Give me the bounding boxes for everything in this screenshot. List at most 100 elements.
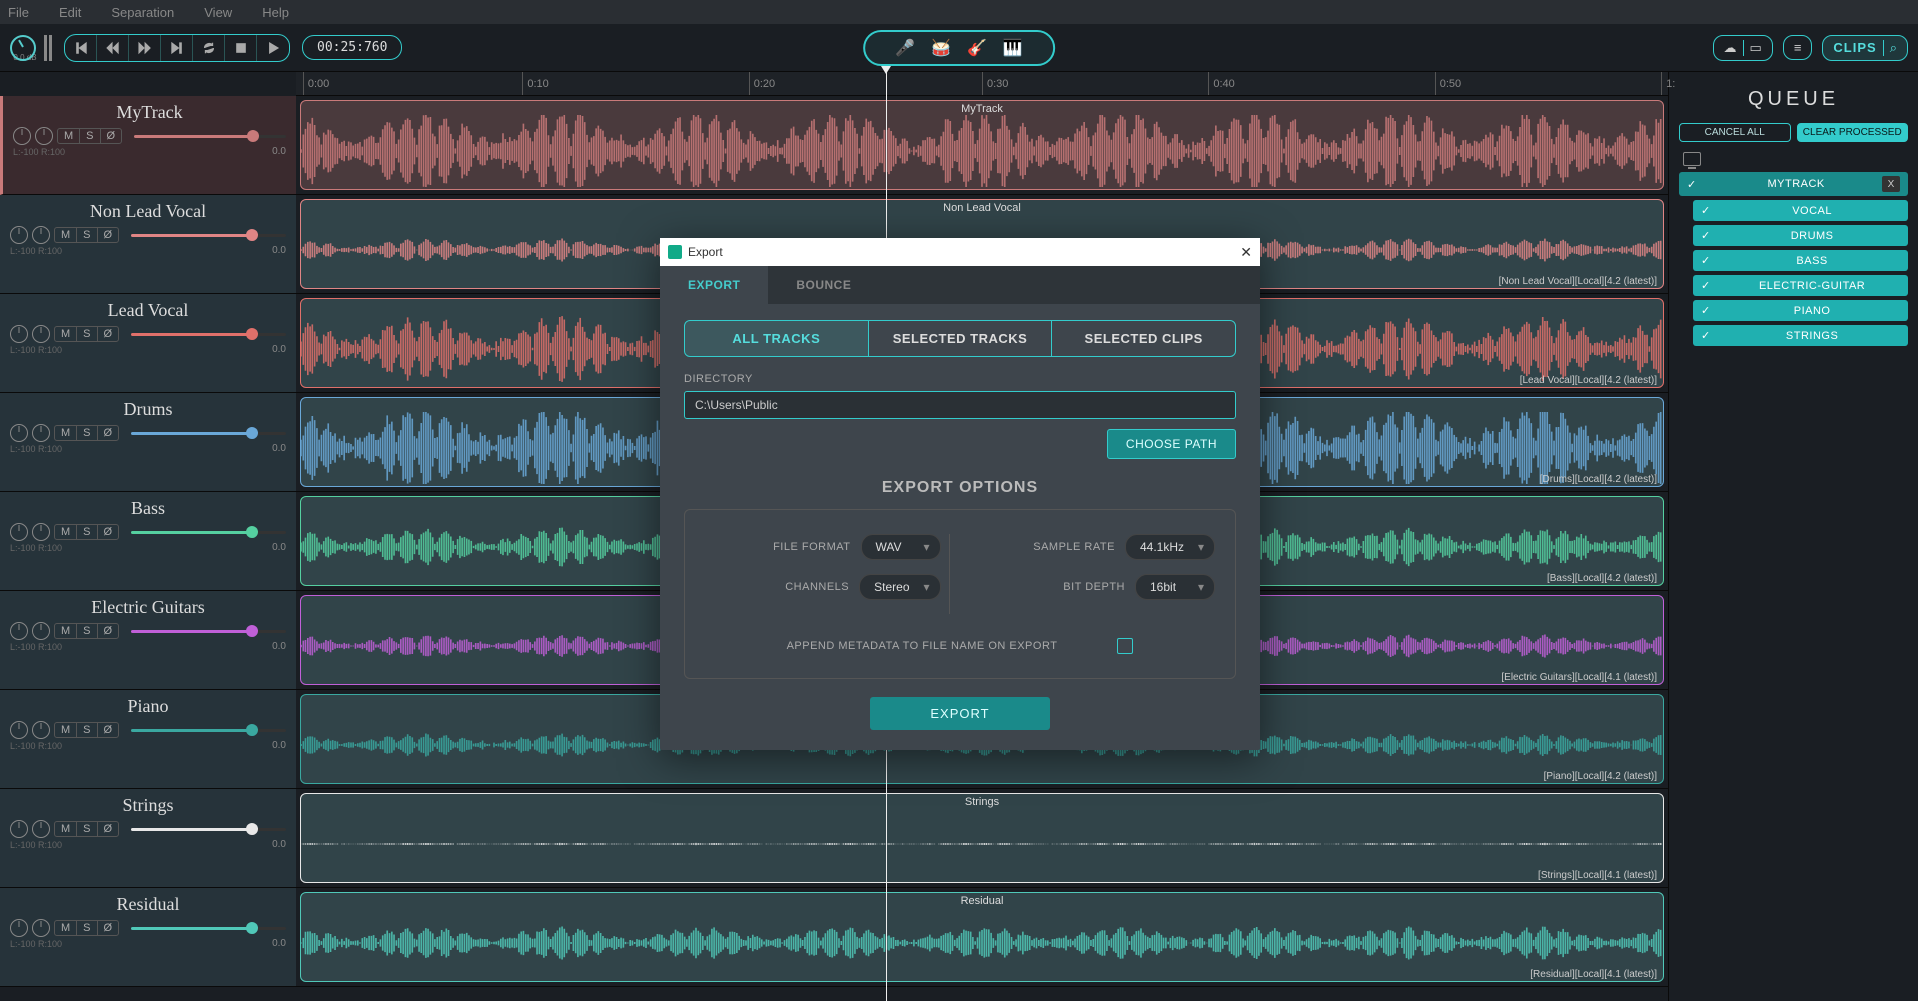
- sample-rate-dropdown[interactable]: 44.1kHz: [1125, 534, 1215, 560]
- pan-knob[interactable]: [10, 919, 28, 937]
- export-button[interactable]: EXPORT: [870, 697, 1049, 730]
- append-metadata-checkbox[interactable]: [1117, 638, 1133, 654]
- skip-start-button[interactable]: [65, 35, 97, 61]
- cloud-button[interactable]: ☁ ▭: [1713, 35, 1773, 61]
- queue-item[interactable]: ✓ STRINGS: [1693, 325, 1908, 346]
- mute-button[interactable]: M: [55, 624, 77, 638]
- timecode-display[interactable]: 00:25:760: [302, 35, 402, 60]
- volume-slider[interactable]: [131, 828, 286, 831]
- pan-knob[interactable]: [10, 325, 28, 343]
- menu-file[interactable]: File: [8, 5, 29, 20]
- gain-knob[interactable]: [32, 325, 50, 343]
- volume-slider[interactable]: [134, 135, 286, 138]
- solo-button[interactable]: S: [80, 129, 100, 143]
- menu-separation[interactable]: Separation: [111, 5, 174, 20]
- phase-button[interactable]: Ø: [98, 426, 119, 440]
- queue-item[interactable]: ✓ ELECTRIC-GUITAR: [1693, 275, 1908, 296]
- bit-depth-dropdown[interactable]: 16bit: [1135, 574, 1215, 600]
- dialog-titlebar[interactable]: Export ✕: [660, 238, 1260, 266]
- queue-item[interactable]: ✓ PIANO: [1693, 300, 1908, 321]
- gain-knob[interactable]: [32, 820, 50, 838]
- gain-knob[interactable]: [32, 622, 50, 640]
- tab-bounce[interactable]: BOUNCE: [768, 266, 879, 304]
- gain-knob[interactable]: [32, 523, 50, 541]
- phase-button[interactable]: Ø: [98, 822, 119, 836]
- pan-knob[interactable]: [10, 622, 28, 640]
- mute-button[interactable]: M: [55, 228, 77, 242]
- mute-button[interactable]: M: [55, 723, 77, 737]
- volume-slider[interactable]: [131, 333, 286, 336]
- cancel-all-button[interactable]: CANCEL ALL: [1679, 123, 1791, 142]
- directory-input[interactable]: [684, 391, 1236, 419]
- pan-knob[interactable]: [10, 721, 28, 739]
- menu-help[interactable]: Help: [262, 5, 289, 20]
- seg-all-tracks[interactable]: ALL TRACKS: [685, 321, 869, 356]
- solo-button[interactable]: S: [77, 426, 97, 440]
- gain-knob[interactable]: [35, 127, 53, 145]
- volume-slider[interactable]: [131, 729, 286, 732]
- pan-knob[interactable]: [10, 523, 28, 541]
- seg-selected-clips[interactable]: SELECTED CLIPS: [1052, 321, 1235, 356]
- seg-selected-tracks[interactable]: SELECTED TRACKS: [869, 321, 1053, 356]
- queue-item[interactable]: ✓ DRUMS: [1693, 225, 1908, 246]
- solo-button[interactable]: S: [77, 624, 97, 638]
- master-gain-knob[interactable]: [10, 35, 36, 61]
- solo-button[interactable]: S: [77, 525, 97, 539]
- gain-knob[interactable]: [32, 424, 50, 442]
- track-header[interactable]: Electric Guitars M S Ø L:-100 R:100 0.0: [0, 591, 296, 690]
- track-header[interactable]: Non Lead Vocal M S Ø L:-100 R:100 0.0: [0, 195, 296, 294]
- search-icon[interactable]: ⌕: [1883, 40, 1897, 56]
- guitar-icon[interactable]: 🎸: [967, 38, 987, 58]
- phase-button[interactable]: Ø: [98, 921, 119, 935]
- queue-item-head[interactable]: ✓ MYTRACK X: [1679, 172, 1908, 196]
- track-header[interactable]: Piano M S Ø L:-100 R:100 0.0: [0, 690, 296, 789]
- track-header[interactable]: Drums M S Ø L:-100 R:100 0.0: [0, 393, 296, 492]
- phase-button[interactable]: Ø: [98, 327, 119, 341]
- gain-knob[interactable]: [32, 226, 50, 244]
- track-header[interactable]: Residual M S Ø L:-100 R:100 0.0: [0, 888, 296, 987]
- phase-button[interactable]: Ø: [98, 228, 119, 242]
- track-header[interactable]: Bass M S Ø L:-100 R:100 0.0: [0, 492, 296, 591]
- mic-icon[interactable]: 🎤: [895, 38, 915, 58]
- choose-path-button[interactable]: CHOOSE PATH: [1107, 429, 1236, 459]
- file-format-dropdown[interactable]: WAV: [861, 534, 941, 560]
- pan-knob[interactable]: [10, 226, 28, 244]
- pan-knob[interactable]: [13, 127, 31, 145]
- solo-button[interactable]: S: [77, 228, 97, 242]
- clear-processed-button[interactable]: CLEAR PROCESSED: [1797, 123, 1909, 142]
- mute-button[interactable]: M: [55, 426, 77, 440]
- list-button[interactable]: ≡: [1783, 35, 1813, 60]
- fast-forward-button[interactable]: [129, 35, 161, 61]
- pan-knob[interactable]: [10, 820, 28, 838]
- volume-slider[interactable]: [131, 432, 286, 435]
- stop-button[interactable]: [225, 35, 257, 61]
- mute-button[interactable]: M: [55, 525, 77, 539]
- piano-icon[interactable]: 🎹: [1003, 38, 1023, 58]
- solo-button[interactable]: S: [77, 822, 97, 836]
- track-header[interactable]: MyTrack M S Ø L:-100 R:100 0.0: [0, 96, 296, 195]
- play-button[interactable]: [257, 35, 289, 61]
- clips-button[interactable]: CLIPS ⌕: [1822, 35, 1908, 61]
- solo-button[interactable]: S: [77, 327, 97, 341]
- volume-slider[interactable]: [131, 927, 286, 930]
- mute-button[interactable]: M: [58, 129, 80, 143]
- phase-button[interactable]: Ø: [98, 723, 119, 737]
- solo-button[interactable]: S: [77, 921, 97, 935]
- volume-slider[interactable]: [131, 531, 286, 534]
- instrument-selector[interactable]: 🎤 🥁 🎸 🎹: [863, 30, 1055, 66]
- mute-button[interactable]: M: [55, 921, 77, 935]
- queue-item[interactable]: ✓ BASS: [1693, 250, 1908, 271]
- mute-button[interactable]: M: [55, 327, 77, 341]
- close-icon[interactable]: ✕: [1240, 244, 1252, 261]
- audio-clip[interactable]: Strings [Strings][Local][4.1 (latest)]: [300, 793, 1664, 883]
- audio-clip[interactable]: Residual [Residual][Local][4.1 (latest)]: [300, 892, 1664, 982]
- phase-button[interactable]: Ø: [98, 624, 119, 638]
- gain-knob[interactable]: [32, 721, 50, 739]
- phase-button[interactable]: Ø: [98, 525, 119, 539]
- track-header[interactable]: Strings M S Ø L:-100 R:100 0.0: [0, 789, 296, 888]
- pan-knob[interactable]: [10, 424, 28, 442]
- loop-button[interactable]: [193, 35, 225, 61]
- remove-icon[interactable]: X: [1882, 176, 1900, 192]
- rewind-button[interactable]: [97, 35, 129, 61]
- menu-view[interactable]: View: [204, 5, 232, 20]
